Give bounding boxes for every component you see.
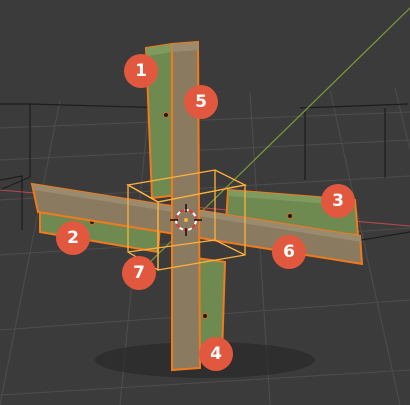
origin-dot-1: [163, 112, 169, 118]
3d-viewport[interactable]: 1 2 3 4 5 6 7: [0, 0, 410, 405]
badge-1: 1: [124, 54, 158, 88]
badge-2: 2: [56, 221, 90, 255]
origin-dot-3: [287, 213, 293, 219]
badge-3: 3: [321, 184, 355, 218]
svg-text:4: 4: [210, 344, 222, 364]
svg-text:5: 5: [195, 92, 207, 112]
badge-7: 7: [122, 256, 156, 290]
svg-text:2: 2: [67, 228, 79, 248]
svg-text:6: 6: [283, 242, 295, 262]
svg-text:3: 3: [332, 191, 344, 211]
origin-dot-4: [202, 313, 208, 319]
svg-text:7: 7: [133, 263, 145, 283]
badge-6: 6: [272, 235, 306, 269]
badge-5: 5: [184, 85, 218, 119]
badge-4: 4: [199, 337, 233, 371]
svg-text:1: 1: [135, 61, 147, 81]
